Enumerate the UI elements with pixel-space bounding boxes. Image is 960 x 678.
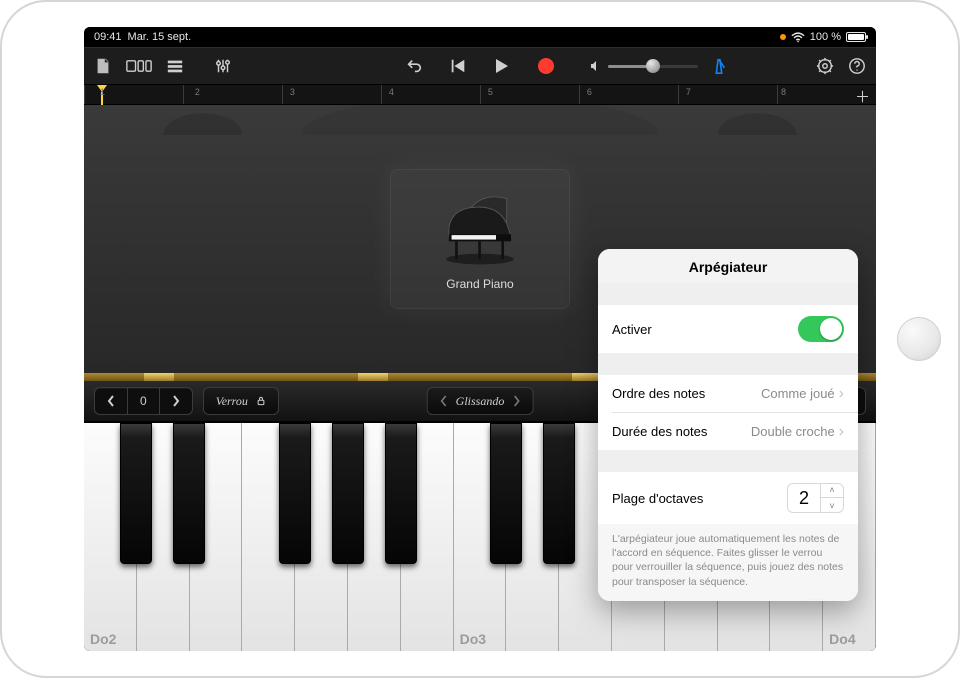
popover-tail-icon xyxy=(806,600,824,601)
octave-range-label: Plage d'octaves xyxy=(612,491,703,506)
battery-pct: 100 % xyxy=(810,31,841,43)
note-rate-value: Double croche xyxy=(751,424,835,439)
wifi-icon xyxy=(791,32,805,43)
add-section-button[interactable]: ＋ xyxy=(855,86,870,107)
record-button[interactable] xyxy=(537,57,555,75)
octave-range-down-button[interactable]: ˅ xyxy=(821,498,843,513)
black-key[interactable] xyxy=(332,423,364,564)
arpeggiator-popover: Arpégiateur Activer Ordre des notes Comm… xyxy=(598,249,858,601)
recording-indicator-icon xyxy=(780,34,786,40)
tracks-view-button[interactable] xyxy=(166,57,184,75)
octave-range-value: 2 xyxy=(788,488,820,509)
octave-value: 0 xyxy=(128,388,159,414)
black-key[interactable] xyxy=(173,423,205,564)
black-key[interactable] xyxy=(490,423,522,564)
black-key[interactable] xyxy=(543,423,575,564)
my-songs-button[interactable] xyxy=(94,57,112,75)
glissando-label: Glissando xyxy=(456,394,505,409)
bar-number: 1 xyxy=(100,87,105,97)
black-key[interactable] xyxy=(385,423,417,564)
octave-range-stepper: 2 ˄ ˅ xyxy=(787,483,844,513)
octave-stepper: 0 xyxy=(94,387,193,415)
instrument-selector[interactable]: Grand Piano xyxy=(390,169,570,309)
octave-down-button[interactable] xyxy=(95,388,127,414)
key-label: Do4 xyxy=(829,631,855,647)
chevron-left-icon xyxy=(440,395,448,407)
home-button[interactable] xyxy=(897,317,941,361)
ipad-frame: 09:41 Mar. 15 sept. 100 % xyxy=(0,0,960,678)
undo-button[interactable] xyxy=(405,57,423,75)
lock-icon xyxy=(256,396,266,406)
bar-number: 4 xyxy=(389,87,394,97)
status-date: Mar. 15 sept. xyxy=(128,31,192,43)
go-to-start-button[interactable] xyxy=(449,57,467,75)
status-time: 09:41 xyxy=(94,31,122,43)
octave-up-button[interactable] xyxy=(160,388,192,414)
popover-description: L'arpégiateur joue automatiquement les n… xyxy=(598,524,858,601)
activate-toggle[interactable] xyxy=(798,316,844,342)
grand-piano-icon xyxy=(435,188,525,271)
play-button[interactable] xyxy=(493,57,511,75)
status-bar: 09:41 Mar. 15 sept. 100 % xyxy=(84,27,876,47)
note-rate-label: Durée des notes xyxy=(612,424,707,439)
octave-range-row: Plage d'octaves 2 ˄ ˅ xyxy=(598,472,858,524)
bar-number: 8 xyxy=(781,87,786,97)
note-order-value: Comme joué xyxy=(761,386,835,401)
bar-number: 6 xyxy=(587,87,592,97)
black-key[interactable] xyxy=(279,423,311,564)
scale-lock-button[interactable]: Verrou xyxy=(203,387,279,415)
help-button[interactable] xyxy=(848,57,866,75)
track-controls-button[interactable] xyxy=(214,57,232,75)
master-volume-slider[interactable] xyxy=(590,57,698,75)
bar-number: 5 xyxy=(488,87,493,97)
metronome-button[interactable] xyxy=(710,57,728,75)
top-toolbar xyxy=(84,47,876,85)
note-order-row[interactable]: Ordre des notes Comme joué › xyxy=(598,375,858,412)
app-screen: 09:41 Mar. 15 sept. 100 % xyxy=(84,27,876,651)
browser-button[interactable] xyxy=(126,57,152,75)
bar-number: 3 xyxy=(290,87,295,97)
popover-title: Arpégiateur xyxy=(598,249,858,283)
note-rate-row[interactable]: Durée des notes Double croche › xyxy=(598,413,858,450)
activate-row: Activer xyxy=(598,305,858,353)
note-order-label: Ordre des notes xyxy=(612,386,705,401)
instrument-name: Grand Piano xyxy=(446,277,513,291)
volume-icon xyxy=(590,57,602,75)
glissando-button[interactable]: Glissando xyxy=(427,387,534,415)
octave-range-up-button[interactable]: ˄ xyxy=(821,483,843,498)
bar-number: 2 xyxy=(195,87,200,97)
key-label: Do2 xyxy=(90,631,116,647)
black-key[interactable] xyxy=(120,423,152,564)
song-settings-button[interactable] xyxy=(816,57,834,75)
timeline-ruler[interactable]: ＋ 1 2 3 4 5 6 7 8 xyxy=(84,85,876,105)
battery-icon xyxy=(846,32,866,42)
chevron-right-icon xyxy=(512,395,520,407)
key-label: Do3 xyxy=(460,631,486,647)
lock-label: Verrou xyxy=(216,394,248,409)
bar-number: 7 xyxy=(686,87,691,97)
activate-label: Activer xyxy=(612,322,652,337)
